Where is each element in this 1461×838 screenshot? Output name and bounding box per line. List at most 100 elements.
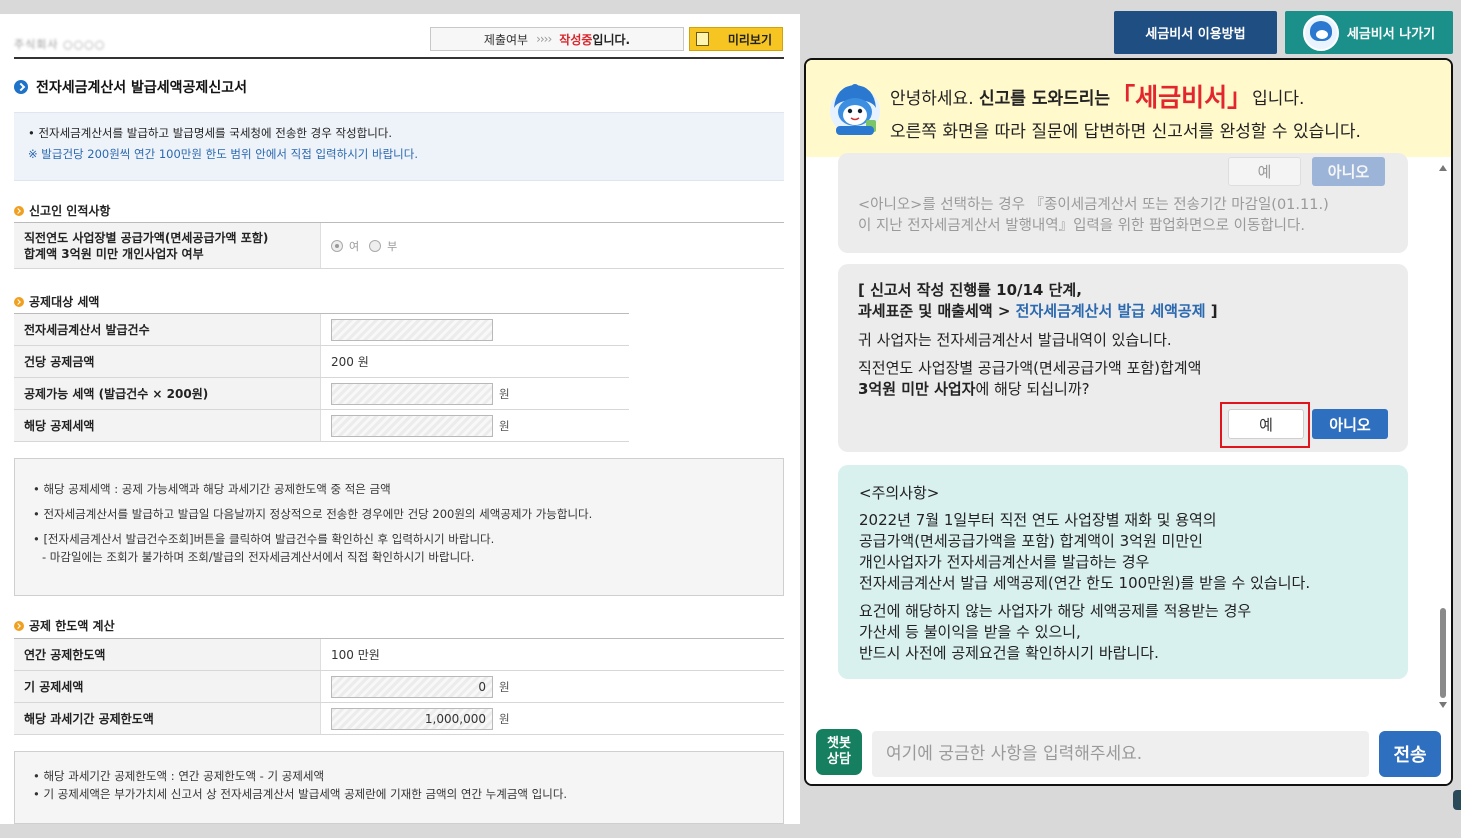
section-bullet-icon [14, 205, 24, 216]
tax-assistant-chat: 안녕하세요. 신고를 도와드리는「세금비서」입니다. 오른쪽 화면을 따라 질문… [804, 58, 1453, 786]
per-amount-label: 건당 공제금액 [14, 346, 321, 377]
section-limit-label: 공제 한도액 계산 [29, 619, 115, 633]
previous-note-line-1: <아니오>를 선택하는 경우 『종이세금계산서 또는 전송기간 마감일(01.1… [858, 197, 1329, 213]
document-icon [696, 32, 709, 46]
send-button[interactable]: 전송 [1379, 731, 1441, 777]
form-title-text: 전자세금계산서 발급세액공제신고서 [36, 80, 247, 96]
reporter-row: 직전연도 사업장별 공급가액(면세공급가액 포함) 합계액 3억원 미만 개인사… [14, 223, 784, 269]
caution-title: <주의사항> [859, 484, 940, 502]
caution-line: 가산세 등 불이익을 받을 수 있으니, [859, 623, 1081, 641]
section-target-label: 공제대상 세액 [29, 295, 100, 309]
yes-button[interactable]: 예 [1228, 409, 1304, 439]
howto-button[interactable]: 세금비서 이용방법 [1114, 11, 1277, 54]
greeting-line-1: 안녕하세요. 신고를 도와드리는「세금비서」입니다. [890, 78, 1304, 114]
exit-label: 세금비서 나가기 [1346, 27, 1436, 42]
howto-label: 세금비서 이용방법 [1145, 27, 1246, 42]
section-reporter-label: 신고인 인적사항 [29, 204, 111, 218]
caution-line: 2022년 7월 1일부터 직전 연도 사업장별 재화 및 용역의 [859, 511, 1217, 529]
possible-tax-field [331, 382, 493, 405]
prior-deduction-field: 0 [331, 675, 493, 698]
current-question-card: [ 신고서 작성 진행률 10/14 단계, 과세표준 및 매출세액 > 전자세… [838, 264, 1408, 452]
issue-count-label: 전자세금계산서 발급건수 [14, 314, 321, 345]
intro-line-1: • 전자세금계산서를 발급하고 발급명세를 국세청에 전송한 경우 작성합니다. [28, 126, 393, 140]
greet-prefix: 안녕하세요. [890, 89, 974, 109]
business-name-blurred: 주식회사 ○○○○ [14, 38, 106, 51]
intro-info-box: • 전자세금계산서를 발급하고 발급명세를 국세청에 전송한 경우 작성합니다.… [14, 112, 784, 181]
status-arrows: ›››› [536, 32, 552, 46]
question-rest: 에 해당 되십니까? [975, 380, 1090, 398]
limit-notes-box: • 해당 과세기간 공제한도액 : 연간 공제한도액 - 기 공제세액 • 기 … [14, 751, 784, 824]
no-button[interactable]: 아니오 [1312, 409, 1388, 439]
badge-line-1: 챗봇 [827, 736, 851, 751]
greet-strong: 신고를 도와드리는 [979, 89, 1111, 109]
radio-no[interactable] [369, 239, 382, 252]
period-limit-field: 1,000,000 [331, 707, 493, 730]
reporter-row-value: 여 부 [321, 223, 784, 268]
section-bullet-icon [14, 620, 24, 631]
note-line: - 마감일에는 조회가 불가하며 조회/발급의 전자세금계산서에서 직접 확인하… [42, 550, 475, 564]
unit-label: 원 [499, 679, 510, 694]
target-notes-box: • 해당 공제세액 : 공제 가능세액과 해당 과세기간 공제한도액 중 적은 … [14, 458, 784, 596]
previous-yes-button[interactable]: 예 [1228, 157, 1301, 186]
progress-line-2: 과세표준 및 매출세액 > 전자세금계산서 발급 세액공제 ] [858, 301, 1218, 322]
chat-messages: 예 아니오 <아니오>를 선택하는 경우 『종이세금계산서 또는 전송기간 마감… [806, 153, 1451, 717]
form-title: 전자세금계산서 발급세액공제신고서 [14, 77, 247, 97]
chat-message-input[interactable] [872, 731, 1369, 777]
exit-assistant-button[interactable]: 세금비서 나가기 [1285, 11, 1453, 54]
progress-line-1: [ 신고서 작성 진행률 10/14 단계, [858, 281, 1082, 299]
applicable-tax-row: 해당 공제세액 원 [14, 410, 629, 442]
reporter-label-line2: 합계액 3억원 미만 개인사업자 여부 [24, 246, 204, 261]
period-limit-label: 해당 과세기간 공제한도액 [14, 703, 321, 734]
caution-line: 요건에 해당하지 않는 사업자가 해당 세액공제를 적용받는 경우 [859, 602, 1252, 620]
header-divider [14, 57, 784, 59]
caution-box: <주의사항> 2022년 7월 1일부터 직전 연도 사업장별 재화 및 용역의… [838, 465, 1408, 679]
mascot-icon [1302, 14, 1339, 51]
brand-name: 「세금비서」 [1110, 83, 1253, 112]
preview-button[interactable]: 미리보기 [689, 27, 783, 51]
intro-line-2: ※ 발급건당 200원씩 연간 100만원 한도 범위 안에서 직접 입력하시기… [28, 147, 418, 161]
chevron-circle-icon [14, 80, 28, 94]
note-line: • 해당 공제세액 : 공제 가능세액과 해당 과세기간 공제한도액 중 적은 … [33, 482, 391, 496]
prior-deduction-label: 기 공제세액 [14, 671, 321, 702]
per-amount-row: 건당 공제금액 200 원 [14, 346, 629, 378]
status-suffix: 입니다. [592, 32, 631, 47]
radio-no-label: 부 [387, 239, 398, 253]
issue-count-field[interactable] [331, 318, 493, 341]
progress-link[interactable]: 전자세금계산서 발급 세액공제 [1016, 302, 1206, 320]
annual-limit-value: 100 만원 [321, 639, 784, 670]
caution-line: 반드시 사전에 공제요건을 확인하시기 바랍니다. [859, 644, 1159, 662]
annual-limit-label: 연간 공제한도액 [14, 639, 321, 670]
chat-scrollbar[interactable] [1438, 163, 1447, 708]
unit-label: 원 [499, 386, 510, 401]
question-line-2: 직전연도 사업장별 공급가액(면세공급가액 포함)합계액 [858, 359, 1202, 377]
mascot-icon [830, 84, 880, 135]
unit-label: 원 [499, 711, 510, 726]
badge-line-2: 상담 [827, 752, 851, 767]
previous-note-line-2: 이 지난 전자세금계산서 발행내역』입력을 위한 팝업화면으로 이동합니다. [858, 218, 1305, 234]
section-target-title: 공제대상 세액 [14, 293, 99, 310]
previous-no-button[interactable]: 아니오 [1312, 157, 1385, 186]
reporter-label-line1: 직전연도 사업장별 공급가액(면세공급가액 포함) [24, 230, 269, 245]
section-reporter-title: 신고인 인적사항 [14, 202, 110, 219]
note-line: • 해당 과세기간 공제한도액 : 연간 공제한도액 - 기 공제세액 [33, 769, 325, 783]
radio-yes[interactable] [331, 239, 343, 252]
chatbot-consult-button[interactable]: 챗봇 상담 [816, 729, 862, 775]
annual-limit-row: 연간 공제한도액 100 만원 [14, 639, 784, 671]
question-line-1: 귀 사업자는 전자세금계산서 발급내역이 있습니다. [858, 331, 1172, 349]
applicable-tax-label: 해당 공제세액 [14, 410, 321, 441]
submission-status: 제출여부 ›››› 작성중 입니다. [430, 27, 684, 51]
caution-line: 개인사업자가 전자세금계산서를 발급하는 경우 [859, 553, 1150, 571]
edge-handle [1453, 790, 1461, 810]
period-limit-row: 해당 과세기간 공제한도액 1,000,000 원 [14, 703, 784, 735]
possible-tax-label: 공제가능 세액 (발급건수 × 200원) [14, 378, 321, 409]
note-line: • 기 공제세액은 부가가치세 신고서 상 전자세금계산서 발급세액 공제란에 … [33, 787, 568, 801]
scroll-up-icon[interactable] [1439, 165, 1447, 171]
scroll-down-icon[interactable] [1439, 702, 1447, 708]
caution-line: 전자세금계산서 발급 세액공제(연간 한도 100만원)를 받을 수 있습니다. [859, 574, 1311, 592]
possible-tax-row: 공제가능 세액 (발급건수 × 200원) 원 [14, 378, 629, 410]
note-line: • [전자세금계산서 발급건수조회]버튼을 클릭하여 발급건수를 확인하신 후 … [33, 532, 495, 546]
radio-yes-label: 여 [349, 239, 360, 253]
return-form-panel: 주식회사 ○○○○ 제출여부 ›››› 작성중 입니다. 미리보기 전자세금계산… [0, 14, 800, 824]
preview-label: 미리보기 [727, 32, 772, 47]
scroll-thumb[interactable] [1440, 608, 1446, 698]
